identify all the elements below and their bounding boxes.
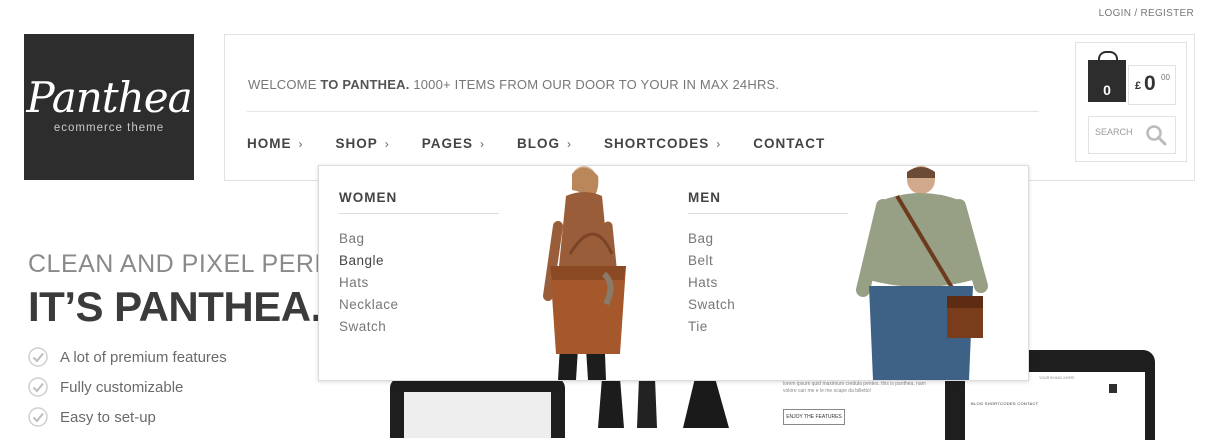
welcome-prefix: WELCOME — [248, 77, 321, 92]
tablet-screen — [404, 392, 551, 438]
currency-symbol: £ — [1135, 80, 1142, 92]
menu-link-necklace[interactable]: Necklace — [339, 294, 499, 316]
nav-label: CONTACT — [753, 136, 826, 151]
menu-link-bangle[interactable]: Bangle — [339, 250, 499, 272]
check-circle-icon — [28, 347, 48, 367]
search-icon[interactable] — [1145, 124, 1167, 146]
mini-topbar: YOUR IN MAX 24HRS — [1039, 376, 1075, 380]
cart-decimals: 00 — [1161, 73, 1170, 82]
site-logo[interactable]: Panthea ecommerce theme — [24, 34, 194, 180]
search-box — [1088, 116, 1176, 154]
feature-item: Fully customizable — [28, 372, 227, 402]
cart-amount: 0 — [1144, 72, 1156, 95]
men-column: MEN Bag Belt Hats Swatch Tie — [688, 190, 848, 338]
hero-title: IT’S PANTHEA. — [28, 283, 322, 330]
check-circle-icon — [28, 377, 48, 397]
search-input[interactable] — [1095, 127, 1145, 137]
nav-label: HOME — [247, 136, 292, 151]
nav-item-blog[interactable]: BLOG › — [517, 136, 572, 151]
cart-widget: 0 £ 0 00 — [1075, 42, 1187, 162]
shop-mega-menu: WOMEN Bag Bangle Hats Necklace Swatch ME… — [318, 165, 1029, 381]
welcome-brand: TO PANTHEA. — [320, 77, 410, 92]
top-account-bar: LOGIN / REGISTER — [1099, 8, 1194, 19]
promo-text: lorem ipsum quid maximum credula pentes.… — [783, 381, 926, 394]
mini-nav: BLOG SHORTCODES CONTACT — [971, 401, 1039, 406]
login-register-link[interactable]: LOGIN / REGISTER — [1099, 8, 1194, 19]
nav-item-shop[interactable]: SHOP › — [336, 136, 390, 151]
chevron-right-icon: › — [298, 136, 304, 151]
laptop-screen: YOUR IN MAX 24HRS BLOG SHORTCODES CONTAC… — [965, 372, 1145, 440]
chevron-right-icon: › — [716, 136, 722, 151]
menu-link-swatch[interactable]: Swatch — [688, 294, 848, 316]
chevron-right-icon: › — [480, 136, 486, 151]
main-nav: HOME › SHOP › PAGES › BLOG › SHORTCODES › CON… — [247, 136, 857, 151]
mini-bag-icon — [1109, 384, 1117, 393]
nav-label: SHOP — [335, 136, 378, 151]
menu-link-hats[interactable]: Hats — [339, 272, 499, 294]
shopping-bag-icon[interactable]: 0 — [1088, 51, 1126, 102]
feature-label: Fully customizable — [60, 378, 184, 396]
chevron-right-icon: › — [384, 136, 390, 151]
women-list: Bag Bangle Hats Necklace Swatch — [339, 228, 499, 338]
cart-total[interactable]: £ 0 00 — [1128, 65, 1176, 105]
nav-item-shortcodes[interactable]: SHORTCODES › — [604, 136, 721, 151]
men-list: Bag Belt Hats Swatch Tie — [688, 228, 848, 338]
nav-label: BLOG — [517, 136, 561, 151]
models-image — [598, 378, 729, 428]
nav-item-home[interactable]: HOME › — [247, 136, 304, 151]
feature-list: A lot of premium features Fully customiz… — [28, 342, 227, 432]
logo-subtitle: ecommerce theme — [53, 122, 165, 134]
feature-label: Easy to set-up — [60, 408, 156, 426]
nav-label: PAGES — [421, 136, 474, 151]
welcome-message: WELCOME TO PANTHEA. 1000+ ITEMS FROM OUR… — [248, 77, 779, 92]
logo-title: Panthea — [26, 73, 192, 122]
nav-item-contact[interactable]: CONTACT — [753, 136, 825, 151]
tablet-mockup — [390, 378, 565, 438]
nav-item-pages[interactable]: PAGES › — [422, 136, 485, 151]
menu-link-belt[interactable]: Belt — [688, 250, 848, 272]
menu-link-bag[interactable]: Bag — [688, 228, 848, 250]
women-column: WOMEN Bag Bangle Hats Necklace Swatch — [339, 190, 499, 338]
menu-link-hats[interactable]: Hats — [688, 272, 848, 294]
welcome-suffix: 1000+ ITEMS FROM OUR DOOR TO YOUR IN MAX… — [409, 77, 780, 92]
bag-handle — [1098, 51, 1118, 65]
chevron-right-icon: › — [567, 136, 573, 151]
menu-link-bag[interactable]: Bag — [339, 228, 499, 250]
check-circle-icon — [28, 407, 48, 427]
women-heading: WOMEN — [339, 190, 499, 214]
men-heading: MEN — [688, 190, 848, 214]
enjoy-features-button[interactable]: ENJOY THE FEATURES — [783, 409, 845, 425]
menu-link-tie[interactable]: Tie — [688, 316, 848, 338]
header-panel: WELCOME TO PANTHEA. 1000+ ITEMS FROM OUR… — [224, 34, 1195, 181]
header-divider — [247, 111, 1039, 112]
feature-label: A lot of premium features — [60, 348, 227, 366]
nav-label: SHORTCODES — [604, 136, 710, 151]
man-model-image[interactable] — [849, 166, 1009, 380]
woman-model-image[interactable] — [524, 166, 654, 380]
cart-count: 0 — [1103, 82, 1111, 98]
menu-link-swatch[interactable]: Swatch — [339, 316, 499, 338]
feature-item: A lot of premium features — [28, 342, 227, 372]
